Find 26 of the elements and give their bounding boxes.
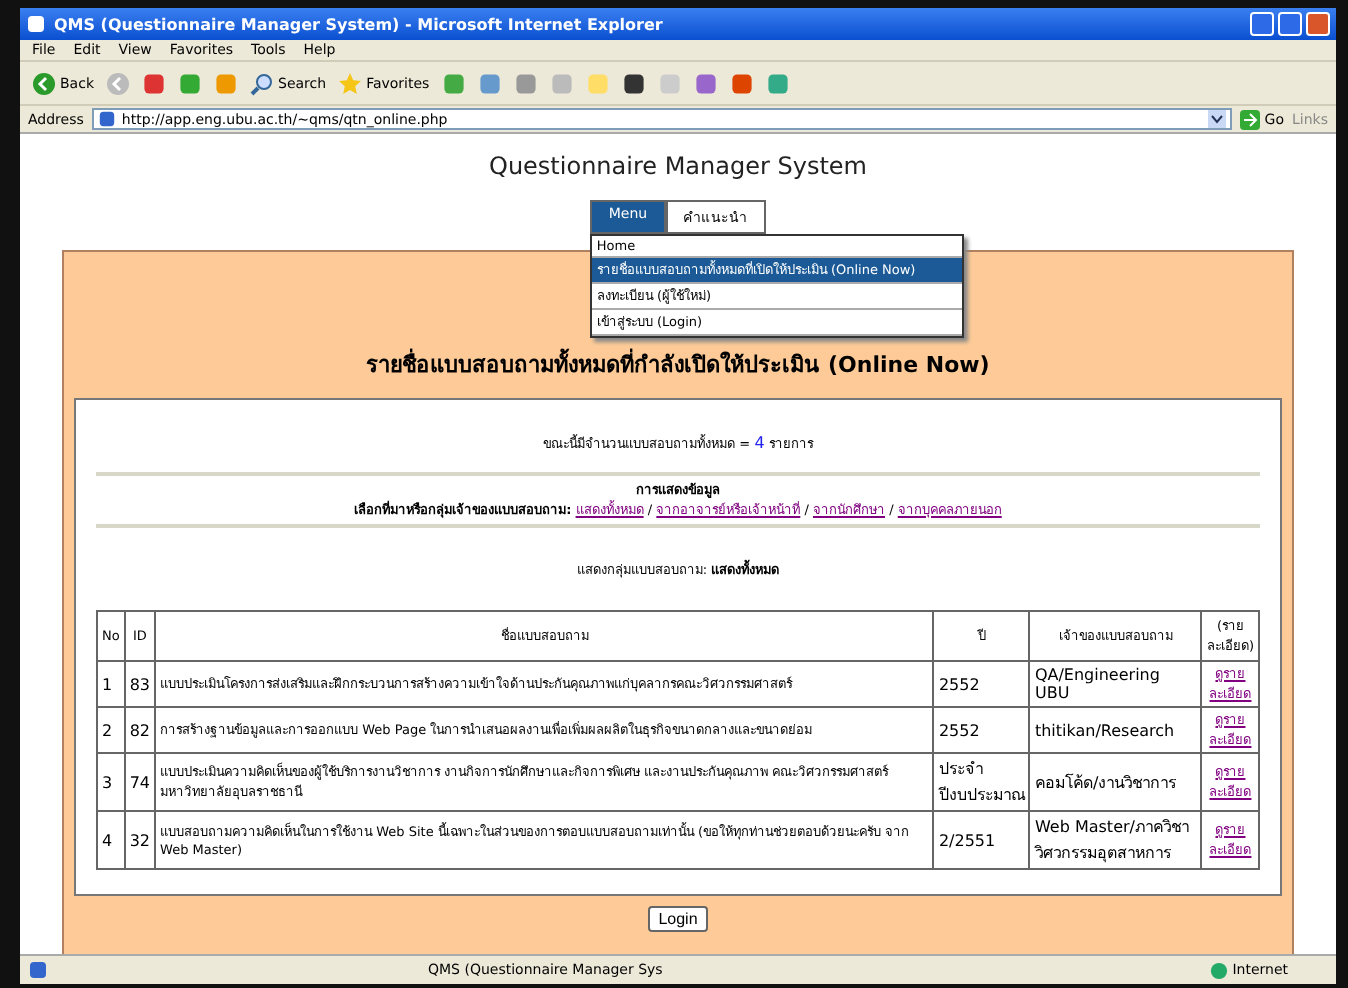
search-icon [250, 71, 274, 95]
page-heading: รายชื่อแบบสอบถามทั้งหมดที่กำลังเปิดให้ประเมิน (Online Now) [366, 346, 990, 382]
table-cell: QA/Engineering UBU [1029, 661, 1202, 707]
table-cell: thitikan/Research [1029, 707, 1202, 753]
table-cell: 2552 [933, 707, 1030, 753]
table-cell: 3 [97, 753, 125, 811]
table-cell: 2 [97, 707, 125, 753]
table-cell: ประจำปีงบประมาณ [933, 753, 1030, 811]
table-cell: 82 [124, 707, 156, 753]
table-cell: 1 [97, 661, 125, 707]
site-title: Questionnaire Manager System [489, 152, 867, 180]
table-cell: Web Master/ภาควิชาวิศวกรรมอุตสาหการ [1029, 811, 1202, 869]
star-icon [338, 71, 363, 95]
table-cell: 2552 [933, 661, 1030, 707]
table-cell: 4 [97, 811, 125, 869]
table-cell: 2/2551 [933, 811, 1030, 869]
login-button[interactable]: Login [648, 906, 708, 932]
window-title: QMS (Questionnaire Manager System) - Microsoft Internet Explorer [54, 15, 663, 33]
table-cell: 74 [124, 753, 156, 811]
count-value: 4 [754, 434, 765, 452]
table-cell: 32 [124, 811, 156, 869]
table-cell: 83 [124, 661, 156, 707]
dropdown-caret-icon[interactable] [1208, 110, 1227, 128]
table-cell: คอมโค้ด/งานวิชาการ [1029, 753, 1202, 811]
close-button[interactable] [1306, 12, 1330, 36]
go-arrow-icon [1240, 109, 1261, 129]
